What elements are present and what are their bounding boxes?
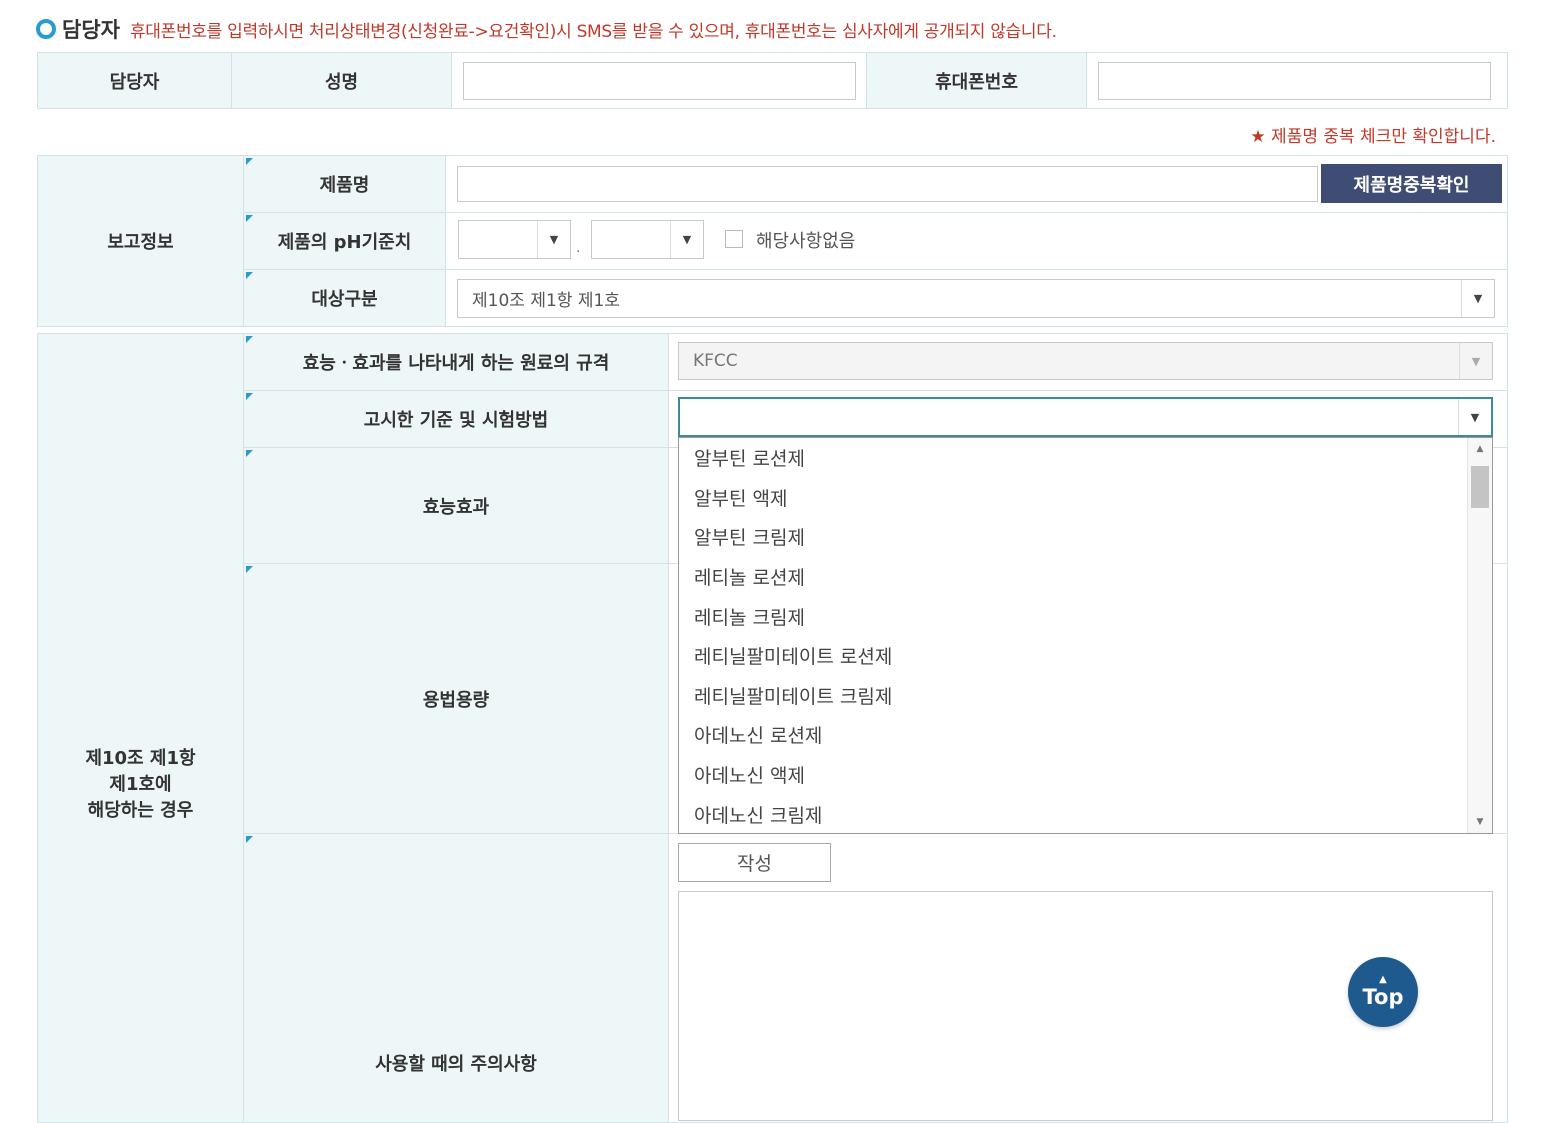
ph-min-select[interactable]: ▼ <box>458 220 571 259</box>
caret-down-icon[interactable]: ▼ <box>1468 813 1492 831</box>
contact-section-title: 담당자 <box>62 18 120 42</box>
not-applicable-checkbox[interactable] <box>725 230 743 248</box>
dropdown-option[interactable]: 레티닐팔미테이트 로션제 <box>679 636 1492 676</box>
article-group-label-line1: 제10조 제1항 <box>85 748 196 769</box>
dropdown-option[interactable]: 아데노신 액제 <box>679 755 1492 795</box>
top-button-label: Top <box>1362 985 1404 1009</box>
article-group-label-line2: 제1호에 <box>109 774 172 795</box>
caret-down-icon: ▼ <box>1461 280 1494 317</box>
phone-label: 휴대폰번호 <box>866 52 1087 109</box>
scrollbar-thumb[interactable] <box>1471 466 1489 508</box>
name-input[interactable] <box>463 62 856 100</box>
phone-input[interactable] <box>1098 62 1491 100</box>
dropdown-option[interactable]: 알부틴 액제 <box>679 478 1492 518</box>
dropdown-option[interactable]: 레티닐팔미테이트 크림제 <box>679 676 1492 716</box>
standard-dropdown-list[interactable]: 알부틴 로션제 알부틴 액제 알부틴 크림제 레티놀 로션제 레티놀 크림제 레… <box>678 437 1493 834</box>
contact-section-header: 담당자 휴대폰번호를 입력하시면 처리상태변경(신청완료->요건확인)시 SMS… <box>36 14 1057 44</box>
report-info-group-label: 보고정보 <box>37 155 244 327</box>
caret-down-icon: ▼ <box>1459 343 1492 379</box>
efficacy-label: 효능효과 <box>243 447 669 564</box>
caution-label: 사용할 때의 주의사항 <box>243 833 669 1123</box>
article-group-label-line3: 해당하는 경우 <box>87 800 194 821</box>
name-label: 성명 <box>231 52 452 109</box>
caret-up-icon: ▲ <box>1379 974 1387 985</box>
raw-material-label: 효능ㆍ효과를 나타내게 하는 원료의 규격 <box>243 333 669 391</box>
write-button[interactable]: 작성 <box>678 843 831 882</box>
ph-label: 제품의 pH기준치 <box>243 212 446 270</box>
dropdown-option[interactable]: 알부틴 크림제 <box>679 517 1492 557</box>
ph-separator: . <box>576 240 581 256</box>
caret-down-icon: ▼ <box>537 221 570 258</box>
dropdown-option[interactable]: 레티놀 로션제 <box>679 557 1492 597</box>
sms-notice: 휴대폰번호를 입력하시면 처리상태변경(신청완료->요건확인)시 SMS를 받을… <box>129 21 1057 42</box>
target-label: 대상구분 <box>243 269 446 327</box>
dropdown-option[interactable]: 아데노신 크림제 <box>679 794 1492 833</box>
dosage-label: 용법용량 <box>243 563 669 834</box>
caret-up-icon[interactable]: ▲ <box>1468 440 1492 458</box>
scroll-to-top-button[interactable]: ▲ Top <box>1348 957 1418 1027</box>
duplicate-check-notice: ★ 제품명 중복 체크만 확인합니다. <box>1250 127 1496 147</box>
dropdown-scrollbar[interactable]: ▲ ▼ <box>1467 438 1492 833</box>
product-name-label: 제품명 <box>243 155 446 213</box>
standard-select[interactable]: ▼ <box>678 397 1493 437</box>
raw-material-value: KFCC <box>693 351 738 371</box>
article-group-label: 제10조 제1항 제1호에 해당하는 경우 <box>37 333 244 1123</box>
target-select-value: 제10조 제1항 제1호 <box>472 291 620 311</box>
circle-icon <box>36 19 56 39</box>
dropdown-option[interactable]: 아데노신 로션제 <box>679 715 1492 755</box>
product-name-input[interactable] <box>457 166 1318 202</box>
not-applicable-label: 해당사항없음 <box>756 231 856 252</box>
ph-max-select[interactable]: ▼ <box>591 220 704 259</box>
contact-row-label: 담당자 <box>37 52 232 109</box>
dropdown-option[interactable]: 알부틴 로션제 <box>679 438 1492 478</box>
caret-down-icon: ▼ <box>1458 399 1491 435</box>
dropdown-option[interactable]: 레티놀 크림제 <box>679 596 1492 636</box>
target-select[interactable]: 제10조 제1항 제1호 ▼ <box>457 279 1495 318</box>
raw-material-select[interactable]: KFCC ▼ <box>678 342 1493 380</box>
caret-down-icon: ▼ <box>670 221 703 258</box>
duplicate-check-button[interactable]: 제품명중복확인 <box>1321 164 1502 203</box>
dropdown-options: 알부틴 로션제 알부틴 액제 알부틴 크림제 레티놀 로션제 레티놀 크림제 레… <box>679 438 1492 833</box>
standard-label: 고시한 기준 및 시험방법 <box>243 390 669 448</box>
